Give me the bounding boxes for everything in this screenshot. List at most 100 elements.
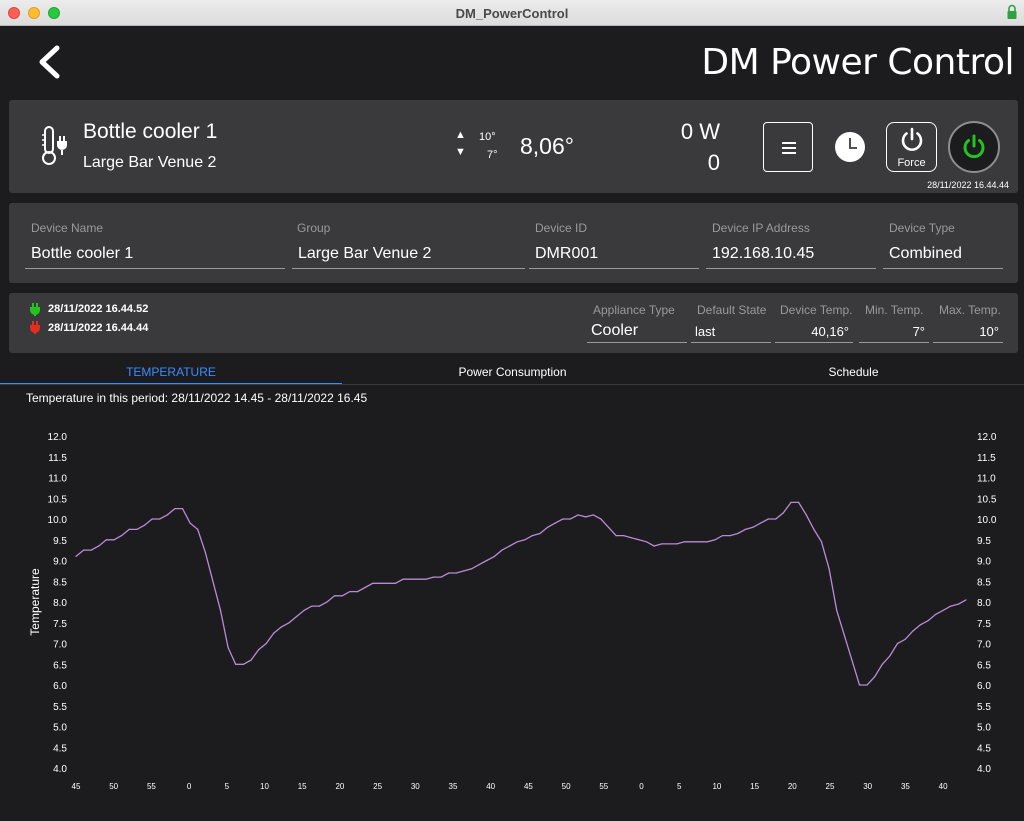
x-tick-label: 50 xyxy=(109,782,118,791)
data-point xyxy=(851,659,853,661)
data-point xyxy=(204,551,206,553)
data-point xyxy=(706,541,709,543)
y-tick-label-left: 12.0 xyxy=(48,432,68,443)
tab-schedule[interactable]: Schedule xyxy=(683,362,1024,385)
data-point xyxy=(417,578,419,580)
lock-icon xyxy=(1007,4,1017,19)
data-point xyxy=(98,545,100,547)
data-point xyxy=(455,572,457,574)
data-point xyxy=(364,586,366,589)
data-point xyxy=(509,545,511,547)
y-tick-label-right: 5.0 xyxy=(977,723,991,734)
device-details-panel: Device Name Bottle cooler 1 Group Large … xyxy=(9,203,1018,283)
menu-icon-bar xyxy=(782,147,796,149)
x-tick-label: 35 xyxy=(901,782,910,791)
temp-max-value: 10° xyxy=(479,131,496,143)
x-tick-label: 55 xyxy=(599,782,608,791)
data-point xyxy=(303,609,305,611)
arrow-up-icon: ▲ xyxy=(455,129,466,141)
data-point xyxy=(843,634,845,636)
x-tick-label: 35 xyxy=(449,782,458,791)
y-tick-label-right: 7.5 xyxy=(977,619,991,630)
y-tick-label-right: 8.0 xyxy=(977,598,991,609)
arrow-down-icon: ▼ xyxy=(455,146,466,158)
data-point xyxy=(463,570,465,572)
data-point xyxy=(782,512,785,514)
y-tick-label-left: 10.5 xyxy=(48,494,68,505)
data-point xyxy=(493,555,495,557)
x-tick-label: 15 xyxy=(750,782,759,791)
power-toggle-button[interactable] xyxy=(948,121,1000,173)
group-label: Group xyxy=(297,221,331,235)
data-point xyxy=(881,663,883,665)
device-name-field[interactable]: Bottle cooler 1 xyxy=(25,245,285,269)
device-ip-field[interactable]: 192.168.10.45 xyxy=(706,245,876,269)
data-point xyxy=(623,535,625,537)
back-chevron-icon[interactable] xyxy=(36,44,62,80)
plug-off-icon xyxy=(30,321,40,334)
data-point xyxy=(896,642,899,645)
data-point xyxy=(356,591,359,593)
group-field[interactable]: Large Bar Venue 2 xyxy=(292,245,525,269)
data-point xyxy=(166,514,168,516)
data-point xyxy=(311,605,313,607)
app-title: DM Power Control xyxy=(701,42,1014,83)
temperature-series-line xyxy=(75,501,967,686)
data-point xyxy=(912,630,914,632)
data-point xyxy=(874,676,876,678)
data-point xyxy=(767,518,769,520)
y-tick-label-left: 9.0 xyxy=(53,557,67,568)
data-point xyxy=(151,518,153,520)
device-temp-field[interactable]: 40,16° xyxy=(775,324,853,343)
data-point xyxy=(615,535,617,537)
data-point xyxy=(90,549,92,551)
data-point xyxy=(432,576,435,578)
data-point xyxy=(714,539,716,541)
tab-power-consumption[interactable]: Power Consumption xyxy=(342,362,683,385)
menu-button[interactable] xyxy=(763,122,813,172)
data-point xyxy=(394,582,397,584)
data-point xyxy=(501,549,503,551)
data-point xyxy=(600,518,602,520)
x-tick-label: 50 xyxy=(562,782,571,791)
device-id-field[interactable]: DMR001 xyxy=(529,245,699,269)
data-point xyxy=(607,526,610,528)
appliance-type-label: Appliance Type xyxy=(593,303,675,317)
y-tick-label-right: 9.5 xyxy=(977,536,991,547)
data-point xyxy=(798,501,800,503)
data-point xyxy=(691,541,693,543)
data-point xyxy=(121,535,123,537)
power-on-icon xyxy=(963,134,985,159)
data-point xyxy=(935,613,937,615)
x-tick-label: 25 xyxy=(826,782,835,791)
data-point xyxy=(219,609,222,611)
y-tick-label-left: 7.5 xyxy=(53,619,67,630)
thermometer-plug-icon xyxy=(42,126,67,165)
data-point xyxy=(950,605,952,607)
window-title: DM_PowerControl xyxy=(455,6,569,21)
temp-min-value: 7° xyxy=(487,149,498,161)
tab-temperature[interactable]: TEMPERATURE xyxy=(0,362,342,385)
clock-icon[interactable] xyxy=(834,131,866,163)
min-temp-field[interactable]: 7° xyxy=(859,324,929,343)
device-name: Bottle cooler 1 xyxy=(83,120,218,143)
x-tick-label: 0 xyxy=(639,782,644,791)
device-temp-label: Device Temp. xyxy=(780,303,853,317)
plug-on-icon xyxy=(30,303,40,316)
data-point xyxy=(919,624,922,626)
data-point xyxy=(858,684,861,686)
y-tick-label-left: 7.0 xyxy=(53,640,67,651)
data-point xyxy=(273,632,275,634)
max-temp-field[interactable]: 10° xyxy=(933,324,1003,343)
default-state-field[interactable]: last xyxy=(691,324,771,343)
y-tick-label-left: 11.5 xyxy=(48,453,67,464)
appliance-type-field[interactable]: Cooler xyxy=(587,322,687,343)
y-tick-label-left: 5.5 xyxy=(53,702,67,713)
data-point xyxy=(379,582,381,584)
data-point xyxy=(113,539,115,541)
data-point xyxy=(372,582,374,584)
x-tick-label: 45 xyxy=(524,782,533,791)
device-type-field[interactable]: Combined xyxy=(883,245,1003,269)
data-point xyxy=(957,603,960,605)
force-button[interactable]: Force xyxy=(886,122,937,172)
